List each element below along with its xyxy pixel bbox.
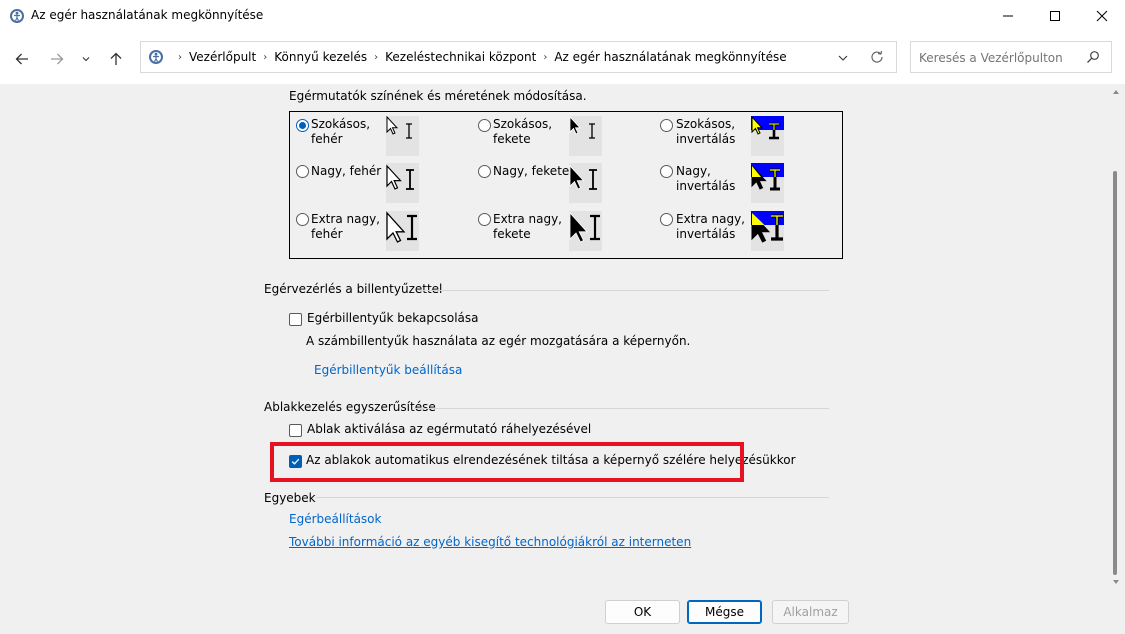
cursor-preview-regular-black xyxy=(569,116,602,156)
option-regular-black-label[interactable]: Szokásos, fekete xyxy=(493,117,552,147)
scroll-up-icon[interactable] xyxy=(1112,88,1120,96)
breadcrumb-item[interactable]: Kezeléstechnikai központ xyxy=(385,50,536,64)
option-regular-white-label[interactable]: Szokásos, fehér xyxy=(311,117,370,147)
pointer-inverted-small-icon xyxy=(751,116,784,156)
chevron-down-icon[interactable] xyxy=(835,50,851,66)
radio-extra-large-black[interactable] xyxy=(478,213,491,226)
radio-extra-large-white[interactable] xyxy=(296,213,309,226)
cursor-preview-large-inverted xyxy=(751,163,784,203)
option-large-inverted-label[interactable]: Nagy, invertálás xyxy=(676,164,735,194)
cursor-preview-large-black xyxy=(569,163,602,203)
pointer-white-large-icon xyxy=(386,164,414,190)
control-panel-icon xyxy=(10,9,24,23)
option-large-white-label[interactable]: Nagy, fehér xyxy=(311,164,381,179)
radio-regular-white[interactable] xyxy=(296,119,309,132)
cancel-button[interactable]: Mégse xyxy=(687,600,762,624)
maximize-icon xyxy=(1050,11,1060,21)
up-button[interactable] xyxy=(104,47,128,71)
search-box[interactable] xyxy=(910,41,1112,73)
radio-extra-large-inverted[interactable] xyxy=(660,213,673,226)
radio-large-white[interactable] xyxy=(296,165,309,178)
search-icon xyxy=(1087,51,1099,63)
close-icon xyxy=(1096,10,1108,22)
mousekeys-checkbox[interactable] xyxy=(289,313,302,326)
option-extra-large-black-label[interactable]: Extra nagy, fekete xyxy=(493,212,562,242)
radio-regular-inverted[interactable] xyxy=(660,119,673,132)
search-input[interactable] xyxy=(919,50,1079,66)
keyboard-section-title: Egérvezérlés a billentyűzettel xyxy=(264,282,443,296)
section-divider xyxy=(414,408,829,409)
button-bar xyxy=(0,594,1125,634)
cursor-settings-heading: Egérmutatók színének és méretének módosí… xyxy=(289,89,587,103)
title-bar: Az egér használatának megkönnyítése xyxy=(0,0,1125,32)
chevron-down-icon xyxy=(82,57,90,62)
pointer-black-extra-large-icon xyxy=(569,211,600,243)
radio-large-black[interactable] xyxy=(478,165,491,178)
pointer-white-small-icon xyxy=(386,116,412,139)
mouse-settings-link[interactable]: Egérbeállítások xyxy=(289,512,381,526)
breadcrumb-item[interactable]: Vezérlőpult xyxy=(189,50,256,64)
breadcrumb: › Vezérlőpult › Könnyű kezelés › Kezelés… xyxy=(171,50,787,64)
scrollbar-thumb[interactable] xyxy=(1113,171,1117,575)
hover-activate-label[interactable]: Ablak aktiválása az egérmutató ráhelyezé… xyxy=(307,422,591,436)
pointer-black-small-icon xyxy=(569,116,595,139)
window-section-title: Ablakkezelés egyszerűsítése xyxy=(264,400,436,414)
pointer-white-extra-large-icon xyxy=(386,211,417,243)
cursor-preview-regular-white xyxy=(386,116,419,156)
mousekeys-label[interactable]: Egérbillentyűk bekapcsolása xyxy=(307,311,479,325)
arrow-right-icon xyxy=(51,53,64,65)
recent-locations-button[interactable] xyxy=(76,47,96,71)
radio-regular-black[interactable] xyxy=(478,119,491,132)
scroll-down-icon[interactable] xyxy=(1112,578,1120,586)
apply-button[interactable]: Alkalmaz xyxy=(772,600,849,624)
maximize-button[interactable] xyxy=(1032,0,1078,32)
pointer-inverted-large-icon xyxy=(751,164,784,203)
cursor-preview-extra-large-black xyxy=(569,211,602,251)
ok-button[interactable]: OK xyxy=(605,600,680,624)
radio-large-inverted[interactable] xyxy=(660,165,673,178)
cursor-preview-extra-large-white xyxy=(386,211,419,251)
minimize-button[interactable] xyxy=(985,0,1031,32)
highlight-box xyxy=(270,442,744,482)
other-section-title: Egyebek xyxy=(264,491,316,505)
option-regular-inverted-label[interactable]: Szokásos, invertálás xyxy=(676,117,735,147)
chevron-right-icon[interactable]: › xyxy=(178,52,182,63)
more-info-link[interactable]: További információ az egyéb kisegítő tec… xyxy=(289,535,691,549)
section-divider xyxy=(418,290,829,291)
chevron-right-icon[interactable]: › xyxy=(374,52,378,63)
section-divider xyxy=(316,497,829,498)
option-large-black-label[interactable]: Nagy, fekete xyxy=(493,164,569,179)
navigation-bar: › Vezérlőpult › Könnyű kezelés › Kezelés… xyxy=(0,32,1125,84)
arrow-up-icon xyxy=(110,52,122,65)
pointer-inverted-extra-large-icon xyxy=(751,211,784,251)
close-button[interactable] xyxy=(1079,0,1125,32)
forward-button[interactable] xyxy=(45,47,69,71)
window-title: Az egér használatának megkönnyítése xyxy=(31,8,264,22)
refresh-icon[interactable] xyxy=(869,49,885,65)
option-extra-large-inverted-label[interactable]: Extra nagy, invertálás xyxy=(676,212,745,242)
address-bar[interactable]: › Vezérlőpult › Könnyű kezelés › Kezelés… xyxy=(140,41,897,73)
control-panel-icon xyxy=(149,50,163,64)
breadcrumb-item-current[interactable]: Az egér használatának megkönnyítése xyxy=(554,50,786,64)
minimize-icon xyxy=(1003,15,1013,17)
mousekeys-setup-link[interactable]: Egérbillentyűk beállítása xyxy=(314,363,462,377)
hover-activate-checkbox[interactable] xyxy=(289,424,302,437)
cursor-preview-extra-large-inverted xyxy=(751,211,784,251)
mousekeys-description: A számbillentyűk használata az egér mozg… xyxy=(306,334,691,348)
cursor-preview-large-white xyxy=(386,163,419,203)
chevron-right-icon[interactable]: › xyxy=(543,52,547,63)
arrow-left-icon xyxy=(15,53,28,65)
chevron-right-icon[interactable]: › xyxy=(263,52,267,63)
cursor-preview-regular-inverted xyxy=(751,116,784,156)
option-extra-large-white-label[interactable]: Extra nagy, fehér xyxy=(311,212,380,242)
breadcrumb-item[interactable]: Könnyű kezelés xyxy=(274,50,367,64)
pointer-black-large-icon xyxy=(569,164,597,190)
back-button[interactable] xyxy=(10,47,34,71)
